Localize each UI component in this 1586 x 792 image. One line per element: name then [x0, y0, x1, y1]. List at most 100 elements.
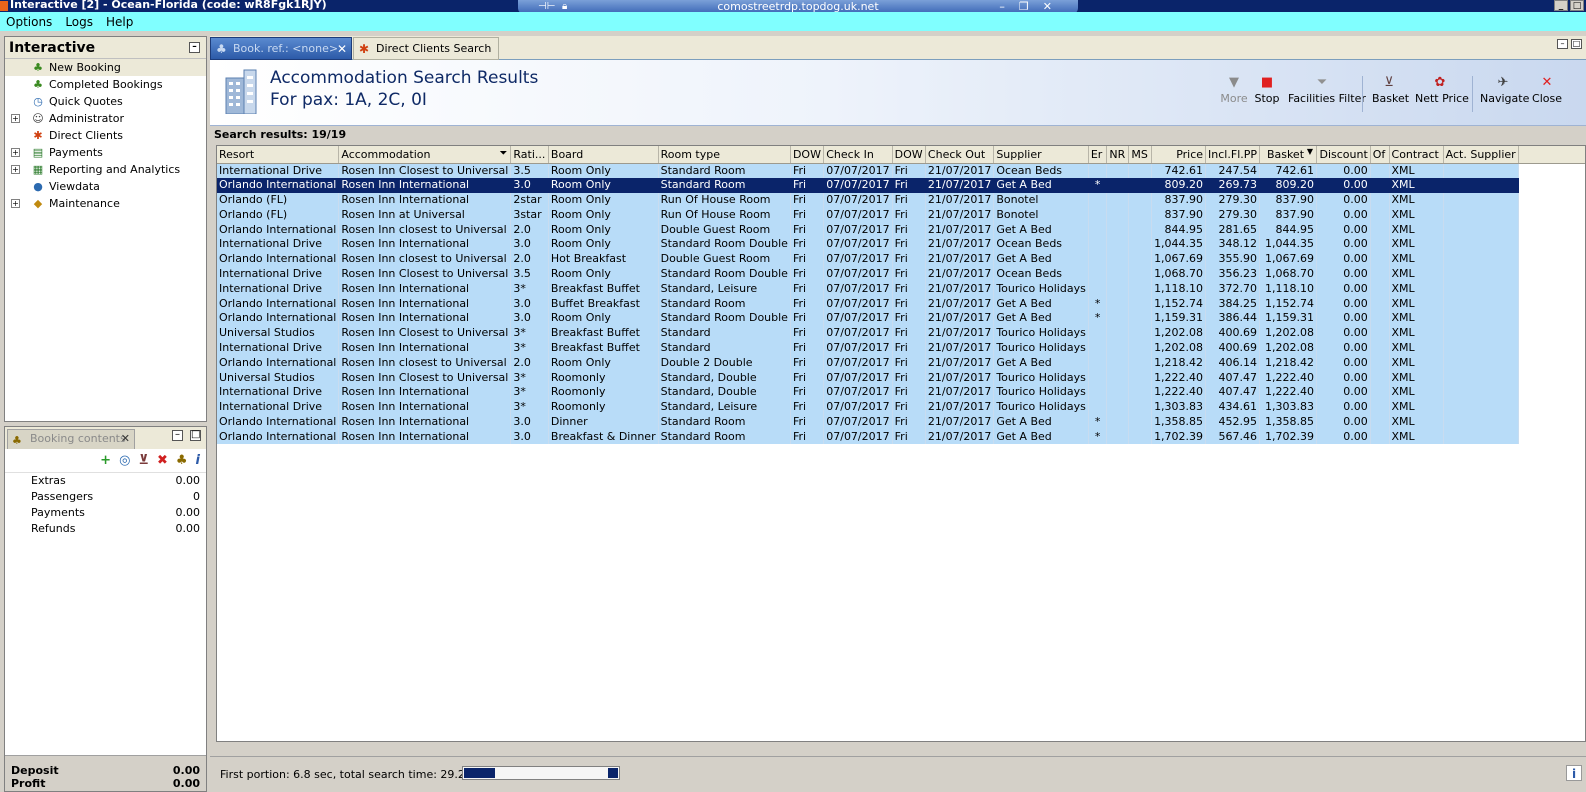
column-header-accommodation-1[interactable]: Accommodation ⏷ — [338, 146, 512, 164]
table-row[interactable]: Universal Studios Rosen Inn Closest to Un… — [217, 370, 1585, 385]
expand-icon[interactable]: + — [11, 114, 20, 123]
table-row[interactable]: International Drive Rosen Inn Internation… — [217, 281, 1585, 297]
more-button[interactable]: ▼ More — [1220, 74, 1248, 114]
table-row[interactable]: Orlando International Rosen Inn closest t… — [217, 355, 1585, 371]
column-header-act-supplier-19[interactable]: Act. Supplier — [1443, 146, 1519, 164]
table-row[interactable]: International Drive Rosen Inn Internation… — [217, 236, 1585, 252]
star-icon: ✱ — [33, 129, 43, 142]
column-header-check-out-8[interactable]: Check Out — [925, 146, 995, 164]
filter-icon[interactable]: ⏷ — [499, 148, 507, 159]
delete-icon[interactable]: ✖ — [157, 453, 168, 468]
navigate-button[interactable]: ✈ Navigate — [1480, 74, 1529, 114]
booking-contents-tab[interactable]: ♣ Booking contents ✕ — [7, 429, 135, 449]
column-header-supplier-9[interactable]: Supplier — [993, 146, 1089, 164]
palm-tree-icon[interactable]: ♣ — [176, 453, 188, 468]
nav-item-quick-quotes[interactable]: ◷ Quick Quotes — [5, 93, 206, 110]
table-row[interactable]: International Drive Rosen Inn Internation… — [217, 384, 1585, 400]
column-header-basket-15[interactable]: Basket ▼ — [1259, 146, 1318, 164]
table-cell: Get A Bed — [993, 296, 1089, 311]
nav-item-completed-bookings[interactable]: ♣ Completed Bookings — [5, 76, 206, 93]
nav-item-viewdata[interactable]: ● Viewdata — [5, 178, 206, 195]
nav-item-payments[interactable]: + ▤ Payments — [5, 144, 206, 161]
panel-maximize-icon[interactable]: □ — [1571, 39, 1582, 49]
table-row[interactable]: Orlando International Rosen Inn Internati… — [217, 414, 1585, 430]
table-cell — [1106, 325, 1130, 341]
refresh-icon[interactable]: ◎ — [119, 453, 130, 468]
palm-tree-icon: ♣ — [216, 42, 227, 56]
basket-icon[interactable]: ⊻ — [138, 453, 149, 468]
expand-icon[interactable]: + — [11, 165, 20, 174]
column-header-resort-0[interactable]: Resort — [217, 146, 340, 164]
column-header-er-10[interactable]: Er — [1088, 146, 1108, 164]
menu-options[interactable]: Options — [6, 15, 52, 29]
table-row[interactable]: International Drive Rosen Inn Closest to … — [217, 163, 1585, 178]
close-icon[interactable]: ✕ — [121, 430, 130, 448]
nav-item-maintenance[interactable]: + ◆ Maintenance — [5, 195, 206, 212]
basket-button[interactable]: ⊻ Basket — [1372, 74, 1409, 114]
table-row[interactable]: Universal Studios Rosen Inn Closest to Un… — [217, 325, 1585, 341]
column-header-room-type-4[interactable]: Room type — [658, 146, 791, 164]
expand-icon[interactable]: + — [11, 148, 20, 157]
column-header-check-in-6[interactable]: Check In — [823, 146, 893, 164]
column-header-dow-5[interactable]: DOW — [790, 146, 825, 164]
table-cell: 400.69 — [1205, 340, 1261, 356]
info-icon[interactable]: i — [196, 453, 200, 468]
table-row[interactable]: Orlando International Rosen Inn Internati… — [217, 296, 1585, 311]
table-cell: Fri — [790, 340, 825, 356]
table-cell: Breakfast & Dinner — [548, 429, 659, 445]
column-header-contract-18[interactable]: Contract — [1389, 146, 1444, 164]
panel-minimize-icon[interactable]: – — [189, 42, 200, 53]
table-row[interactable]: Orlando International Rosen Inn Internati… — [217, 310, 1585, 326]
column-header-board-3[interactable]: Board — [548, 146, 659, 164]
nav-item-administrator[interactable]: + ☺ Administrator — [5, 110, 206, 127]
table-cell: XML — [1389, 399, 1444, 415]
table-row[interactable]: International Drive Rosen Inn Internation… — [217, 399, 1585, 415]
info-icon[interactable]: i — [1566, 765, 1582, 781]
column-header-rati--2[interactable]: Rati... — [510, 146, 549, 164]
nav-item-new-booking[interactable]: ♣ New Booking — [5, 59, 206, 76]
add-icon[interactable]: + — [100, 453, 111, 468]
table-cell: 3.0 — [510, 296, 549, 311]
table-row[interactable]: Orlando International Rosen Inn closest t… — [217, 251, 1585, 267]
panel-minimize-icon[interactable]: – — [1557, 39, 1568, 49]
table-row[interactable]: International Drive Rosen Inn Internation… — [217, 340, 1585, 356]
column-header-nr-11[interactable]: NR — [1106, 146, 1130, 164]
nav-item-reporting-and-analytics[interactable]: + ▦ Reporting and Analytics — [5, 161, 206, 178]
column-header-of-17[interactable]: Of — [1370, 146, 1390, 164]
column-header-incl-fl-pp-14[interactable]: Incl.Fl.PP — [1205, 146, 1261, 164]
table-row[interactable]: Orlando International Rosen Inn Internati… — [217, 429, 1585, 445]
table-row[interactable]: Orlando (FL) Rosen Inn International 2star… — [217, 192, 1585, 208]
table-cell: 1,358.85 — [1259, 414, 1318, 430]
nav-item-direct-clients[interactable]: ✱ Direct Clients — [5, 127, 206, 144]
table-row[interactable]: Orlando International Rosen Inn Internati… — [217, 177, 1585, 193]
column-header-ms-12[interactable]: MS — [1128, 146, 1152, 164]
expand-icon[interactable]: + — [11, 199, 20, 208]
minimize-icon[interactable]: _ — [1554, 0, 1568, 11]
table-cell: 355.90 — [1205, 251, 1261, 267]
stop-button[interactable]: ■ Stop — [1254, 74, 1280, 114]
table-cell: Dinner — [548, 414, 659, 430]
close-icon[interactable]: ✕ — [337, 38, 347, 60]
tab-booking[interactable]: ♣ Book. ref.: <none> ✕ — [210, 37, 352, 60]
column-header-label: DOW — [894, 147, 923, 161]
table-row[interactable]: Orlando (FL) Rosen Inn at Universal 3star R… — [217, 207, 1585, 223]
maximize-icon[interactable]: □ — [1570, 0, 1584, 11]
tab-direct-clients-search[interactable]: ✱ Direct Clients Search — [353, 37, 499, 60]
table-cell: Run Of House Room — [658, 207, 791, 223]
table-cell: XML — [1389, 177, 1444, 193]
table-row[interactable]: Orlando International Rosen Inn closest t… — [217, 222, 1585, 237]
table-cell — [1370, 384, 1390, 400]
facilities-filter-button[interactable]: ⏷ Facilities Filter — [1288, 74, 1366, 114]
column-header-price-13[interactable]: Price — [1151, 146, 1207, 164]
column-header-dow-7[interactable]: DOW — [892, 146, 926, 164]
nett-price-button[interactable]: ✿ Nett Price — [1415, 74, 1469, 114]
menu-help[interactable]: Help — [106, 15, 133, 29]
panel-minimize-icon[interactable]: – — [172, 430, 183, 441]
panel-maximize-icon[interactable]: □ — [190, 430, 201, 441]
column-header-discount-16[interactable]: Discount — [1316, 146, 1371, 164]
deposit-label: Deposit — [11, 764, 59, 777]
menu-logs[interactable]: Logs — [65, 15, 93, 29]
table-row[interactable]: International Drive Rosen Inn Closest to … — [217, 266, 1585, 282]
close-button[interactable]: ✕ Close — [1532, 74, 1562, 114]
table-cell: * — [1088, 310, 1108, 326]
